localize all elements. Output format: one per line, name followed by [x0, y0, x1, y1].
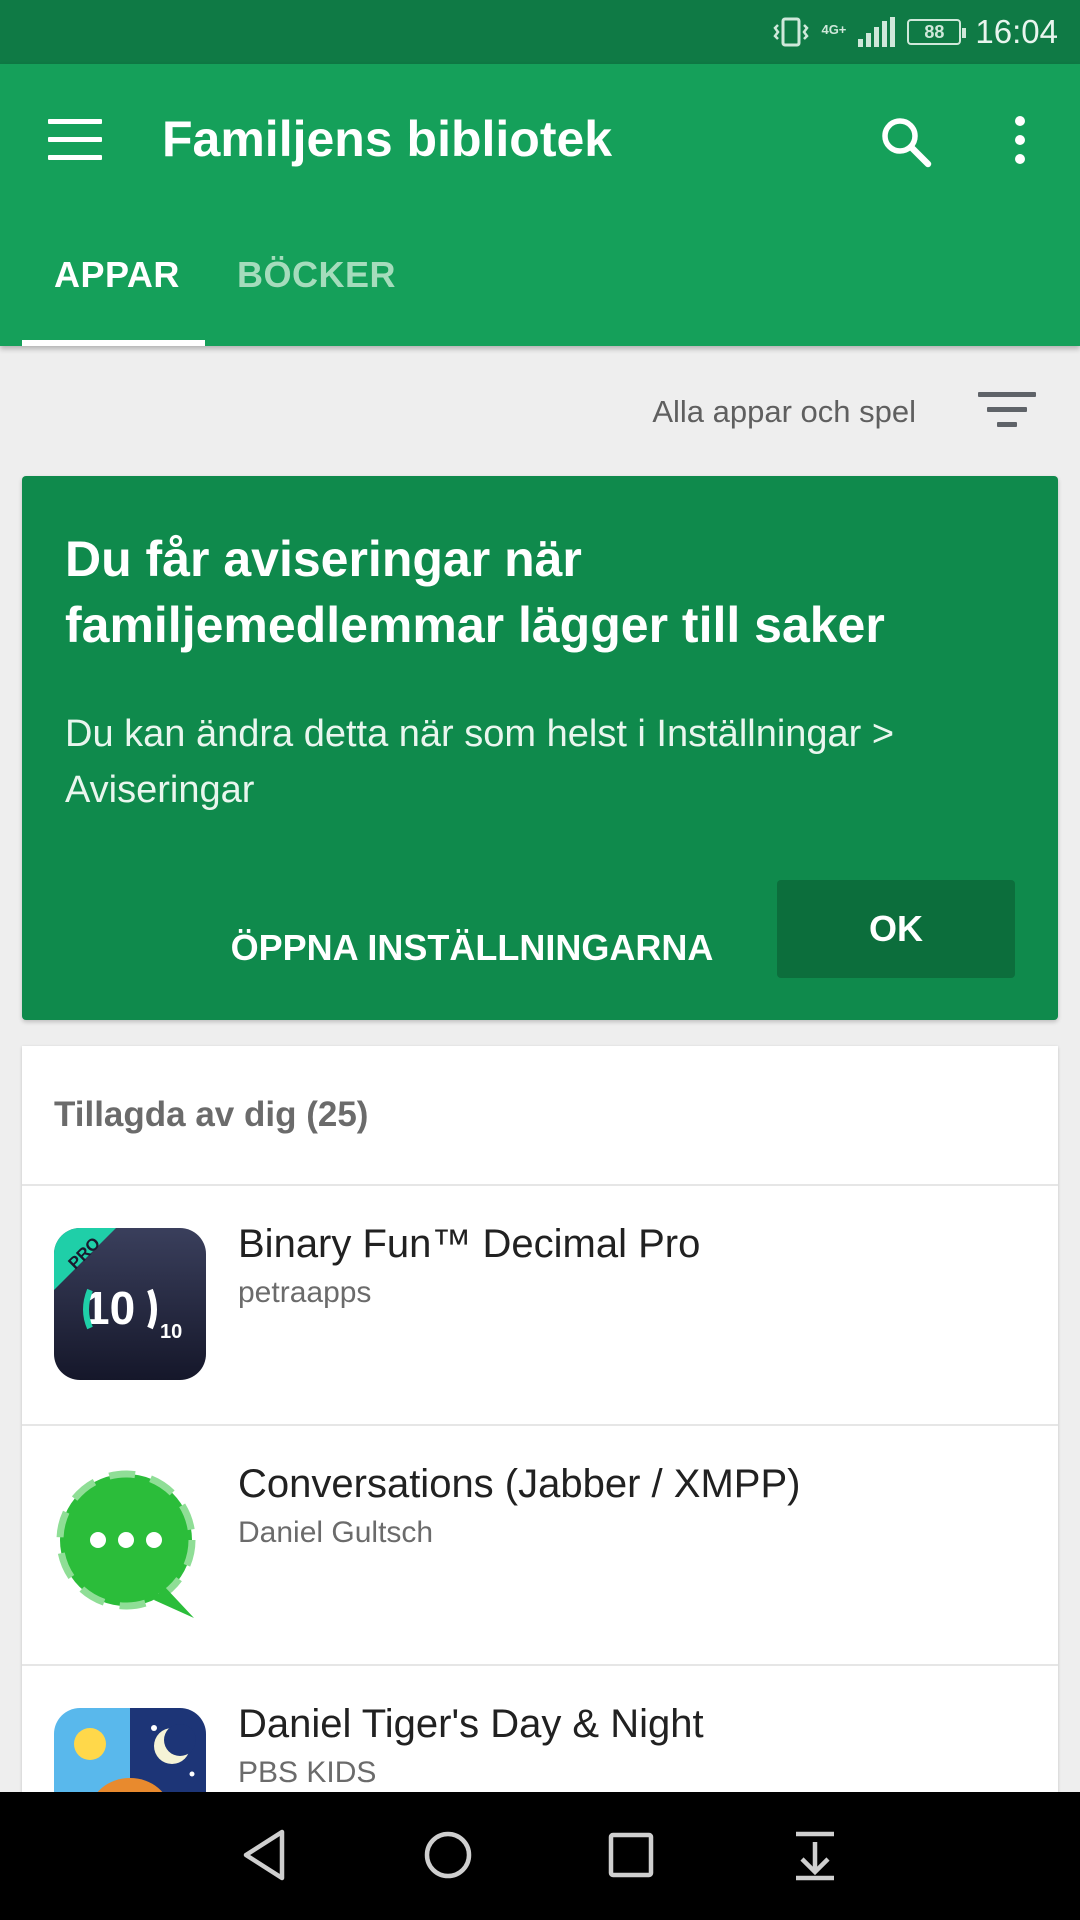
vibrate-icon — [773, 17, 810, 47]
ok-button[interactable]: OK — [777, 880, 1015, 978]
back-icon[interactable] — [232, 1822, 298, 1888]
tab-books[interactable]: BÖCKER — [237, 254, 396, 296]
battery-level: 88 — [924, 21, 945, 42]
status-time: 16:04 — [975, 13, 1058, 50]
app-developer: Daniel Gultsch — [238, 1516, 434, 1549]
app-developer: petraapps — [238, 1276, 372, 1309]
app-name: Daniel Tiger's Day & Night — [238, 1702, 704, 1746]
app-developer: PBS KIDS — [238, 1756, 377, 1789]
menu-icon[interactable] — [48, 119, 102, 161]
status-icons: 4G+ 88 — [773, 16, 967, 48]
conversations-app-icon — [56, 1470, 196, 1618]
list-item[interactable]: Conversations (Jabber / XMPP) Daniel Gul… — [22, 1426, 1058, 1666]
binary-fun-app-icon: PRO 10 10 — [54, 1228, 206, 1380]
notice-body: Du kan ändra detta när som helst i Instä… — [65, 713, 895, 811]
notice-title: Du får aviseringar när familjemedlemmar … — [65, 531, 885, 653]
icon-base-text: 10 — [160, 1321, 182, 1343]
app-name: Conversations (Jabber / XMPP) — [238, 1462, 801, 1506]
navigation-bar — [0, 1792, 1080, 1920]
list-item[interactable]: PRO 10 10 Binary Fun™ Decimal Pro petraa… — [22, 1186, 1058, 1426]
notification-notice-card: Du får aviseringar när familjemedlemmar … — [22, 476, 1058, 1020]
recents-icon[interactable] — [598, 1822, 664, 1888]
page-title: Familjens bibliotek — [162, 111, 613, 167]
home-icon[interactable] — [415, 1822, 481, 1888]
open-settings-button[interactable]: ÖPPNA INSTÄLLNINGARNA — [192, 900, 752, 996]
list-header: Tillagda av dig (25) — [22, 1046, 1058, 1186]
battery-icon: 88 — [907, 19, 967, 45]
filter-row[interactable]: Alla appar och spel — [0, 346, 1080, 476]
filter-label[interactable]: Alla appar och spel — [652, 394, 916, 430]
notification-pull-icon[interactable] — [782, 1822, 848, 1888]
app-bar: Familjens bibliotek APPAR BÖCKER — [0, 64, 1080, 346]
more-options-icon[interactable] — [1004, 116, 1036, 176]
search-icon[interactable] — [878, 114, 934, 170]
app-name: Binary Fun™ Decimal Pro — [238, 1222, 701, 1266]
signal-icon — [858, 17, 896, 47]
library-list: Tillagda av dig (25) PRO 10 10 Binary Fu… — [22, 1046, 1058, 1906]
filter-icon[interactable] — [978, 392, 1036, 432]
network-type: 4G+ — [821, 22, 847, 37]
status-bar: 4G+ 88 16:04 — [0, 0, 1080, 64]
tab-apps[interactable]: APPAR — [54, 254, 180, 296]
